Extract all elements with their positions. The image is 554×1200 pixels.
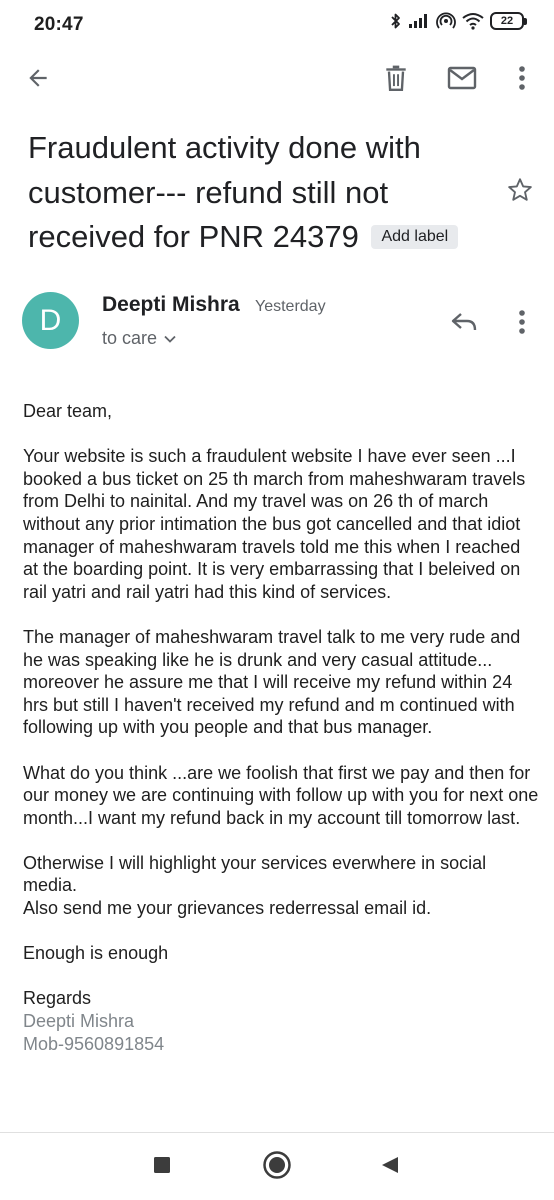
body-greeting: Dear team, — [23, 401, 113, 421]
body-paragraph: What do you think ...are we foolish that… — [23, 762, 539, 828]
email-body: Dear team, Your website is such a fraudu… — [23, 400, 539, 1055]
app-toolbar — [0, 52, 554, 108]
system-nav-bar — [0, 1133, 554, 1200]
subject-text: Fraudulent activity done with customer--… — [28, 130, 421, 254]
body-paragraph: Otherwise I will highlight your services… — [23, 852, 539, 920]
sender-avatar[interactable]: D — [22, 292, 79, 349]
mark-unread-button[interactable] — [438, 52, 486, 108]
signal-icon — [408, 13, 430, 29]
regards-text: Regards — [23, 988, 92, 1009]
status-time: 20:47 — [34, 14, 84, 35]
signature-block: Regards Deepti Mishra Mob-9560891854 — [23, 987, 539, 1055]
bluetooth-icon — [390, 12, 402, 30]
recents-square-icon — [153, 1156, 171, 1179]
email-subject: Fraudulent activity done with customer--… — [28, 126, 498, 260]
more-vert-icon — [518, 65, 526, 96]
body-paragraph: The manager of maheshwaram travel talk t… — [23, 626, 521, 738]
body-line: Otherwise I will highlight your services… — [23, 852, 487, 896]
sender-name: Deepti Mishra — [102, 293, 240, 316]
message-more-button[interactable] — [500, 302, 544, 346]
body-closing: Enough is enough — [23, 943, 169, 964]
star-button[interactable] — [500, 172, 540, 212]
add-label-chip[interactable]: Add label — [371, 225, 459, 249]
body-line: Also send me your grievances rederressal… — [23, 898, 432, 919]
sent-time: Yesterday — [255, 298, 326, 315]
reply-button[interactable] — [442, 302, 486, 346]
home-circle-icon — [262, 1150, 292, 1185]
delete-icon — [383, 64, 409, 97]
back-button[interactable] — [14, 52, 62, 108]
wifi-icon — [462, 12, 484, 30]
battery-icon: 22 — [490, 12, 527, 30]
star-outline-icon — [506, 176, 534, 209]
chevron-down-icon — [163, 328, 177, 349]
system-back-button[interactable] — [370, 1149, 410, 1185]
more-options-button[interactable] — [498, 52, 546, 108]
mark-unread-icon — [447, 66, 477, 95]
delete-button[interactable] — [372, 52, 420, 108]
recents-button[interactable] — [142, 1149, 182, 1185]
recipient-details-toggle[interactable]: to care — [102, 328, 177, 349]
reply-icon — [450, 310, 478, 339]
home-button[interactable] — [257, 1149, 297, 1185]
back-arrow-icon — [25, 65, 51, 96]
status-icons: 22 — [390, 12, 527, 30]
hotspot-icon — [436, 12, 456, 30]
back-triangle-icon — [380, 1155, 400, 1180]
more-vert-icon — [518, 309, 526, 340]
signature-phone: Mob-9560891854 — [23, 1033, 165, 1054]
recipient-text: to care — [102, 328, 158, 348]
signature-name: Deepti Mishra — [23, 1011, 135, 1032]
body-paragraph: Your website is such a fraudulent websit… — [23, 446, 526, 602]
status-bar: 20:47 22 — [0, 0, 554, 52]
